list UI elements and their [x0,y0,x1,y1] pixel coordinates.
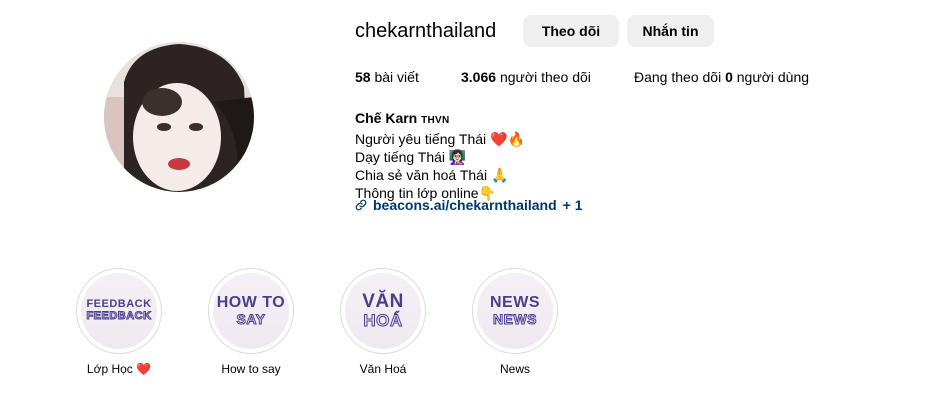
highlight-lop-hoc[interactable]: FEEDBACK FEEDBACK Lớp Học ❤️ [76,268,162,376]
message-button[interactable]: Nhắn tin [627,15,714,47]
highlight-cover-art: VĂN HOÁ [345,273,421,349]
highlight-how-to-say[interactable]: HOW TO SAY How to say [208,268,294,376]
highlight-cover-title: HOW TO [216,294,286,312]
highlight-cover[interactable]: VĂN HOÁ [340,268,426,354]
highlight-cover-subtitle: FEEDBACK [86,310,152,322]
posts-stat: 58 bài viết [355,69,419,85]
highlight-van-hoa[interactable]: VĂN HOÁ Văn Hoá [340,268,426,376]
highlight-cover-art: FEEDBACK FEEDBACK [81,273,157,349]
followers-count: 3.066 [461,69,497,85]
highlight-cover-title: NEWS [490,294,540,312]
highlight-news[interactable]: NEWS NEWS News [472,268,558,376]
highlight-cover-subtitle: SAY [236,311,266,328]
highlight-cover[interactable]: HOW TO SAY [208,268,294,354]
link-icon [355,199,367,211]
highlight-label: How to say [221,362,281,376]
avatar[interactable] [104,42,254,192]
following-prefix: Đang theo dõi [634,69,722,85]
highlight-label: Lớp Học ❤️ [86,362,152,376]
bio-link-text[interactable]: beacons.ai/chekarnthailand [373,197,557,213]
posts-count: 58 [355,69,371,85]
bio-line: Người yêu tiếng Thái ❤️🔥 [355,131,525,147]
posts-label: bài viết [374,69,419,85]
bio-line: Dạy tiếng Thái 👩🏻‍🏫 [355,149,467,165]
followers-label: người theo dõi [499,69,591,85]
bio-name-text: Chế Karn [355,110,418,126]
highlight-cover-art: NEWS NEWS [477,273,553,349]
following-count: 0 [725,69,733,85]
highlight-cover-art: HOW TO SAY [213,273,289,349]
highlight-label: Văn Hoá [359,362,407,376]
bio-name-tag: THVN [421,115,450,126]
highlight-cover-title: VĂN [362,291,404,313]
bio-line: Chia sẻ văn hoá Thái 🙏 [355,167,509,183]
highlight-cover-subtitle: NEWS [493,311,538,328]
highlight-cover[interactable]: FEEDBACK FEEDBACK [76,268,162,354]
highlight-label: News [499,362,530,376]
following-stat[interactable]: Đang theo dõi 0 người dùng [634,69,809,85]
profile-bio: Chế Karn THVN Người yêu tiếng Thái ❤️🔥 D… [355,109,525,202]
highlight-cover-subtitle: HOÁ [363,311,403,331]
bio-link-extra[interactable]: + 1 [563,197,583,213]
following-label: người dùng [736,69,810,85]
avatar-photo [104,42,254,192]
highlight-cover[interactable]: NEWS NEWS [472,268,558,354]
follow-button[interactable]: Theo dõi [523,15,619,47]
profile-username: chekarnthailand [355,20,497,42]
bio-link[interactable]: beacons.ai/chekarnthailand + 1 [355,197,582,213]
followers-stat[interactable]: 3.066 người theo dõi [461,69,591,85]
bio-name: Chế Karn THVN [355,109,525,130]
